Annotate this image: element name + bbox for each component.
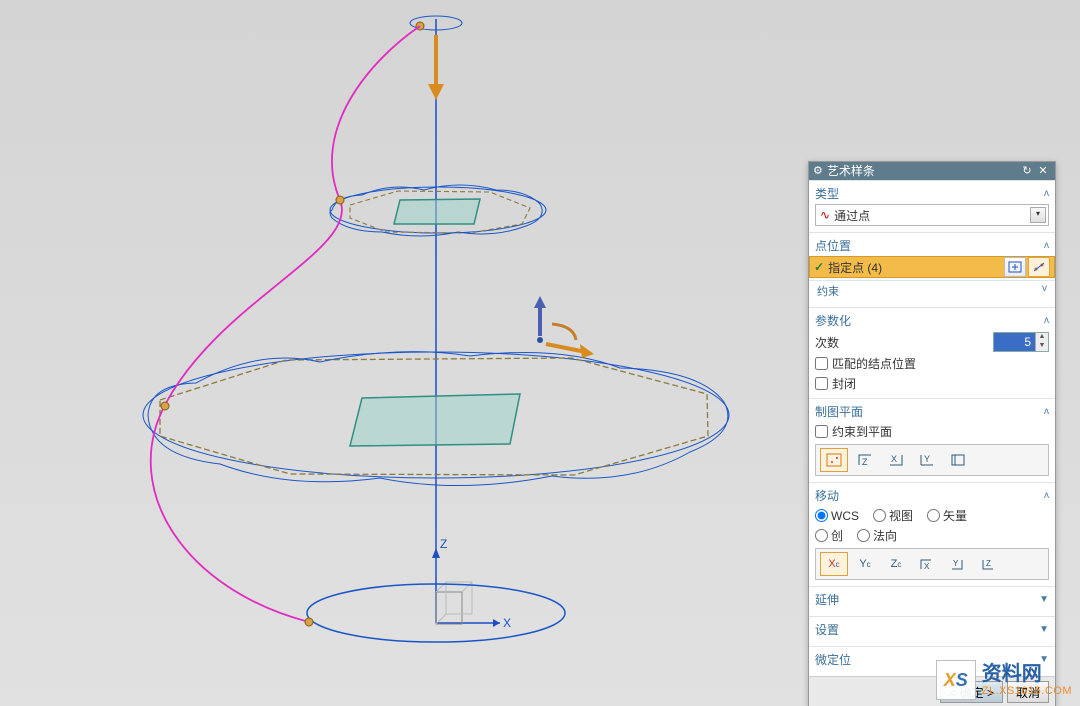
chevron-up-icon: ʌ — [1044, 406, 1049, 417]
chevron-down-icon — [1039, 594, 1049, 605]
group-parameterization: 参数化 ʌ 次数 5 ▲▼ 匹配的结点位置 — [809, 307, 1055, 398]
panel-title: 艺术样条 — [827, 162, 875, 180]
subheader-constraint[interactable]: 约束 v — [809, 280, 1055, 301]
group-move: 移动 ʌ WCS 视图 矢量 创 法向 Xc Yc Zc X Y Z — [809, 482, 1055, 586]
degree-spinner[interactable]: ▲▼ — [1035, 333, 1048, 351]
group-header-settings[interactable]: 设置 — [815, 621, 1049, 638]
chevron-up-icon: ʌ — [1044, 240, 1049, 251]
axis-x-label: X — [503, 616, 511, 630]
group-point-position: 点位置 ʌ ✓ 指定点 (4) 约束 v — [809, 232, 1055, 307]
group-header-pointpos[interactable]: 点位置 ʌ — [815, 237, 1049, 254]
match-knot-checkbox[interactable]: 匹配的结点位置 — [815, 355, 916, 372]
degree-input[interactable]: 5 ▲▼ — [993, 332, 1049, 352]
degree-label: 次数 — [815, 334, 839, 351]
watermark-title: 资料网 — [982, 663, 1072, 685]
point-dialog-button[interactable] — [1004, 257, 1026, 277]
group-header-type[interactable]: 类型 ʌ — [815, 185, 1049, 202]
group-type: 类型 ʌ ∿ 通过点 ▾ — [809, 180, 1055, 232]
svg-text:Y: Y — [924, 454, 930, 464]
rollup-icon[interactable]: ↻ — [1019, 162, 1035, 180]
close-icon[interactable]: ✕ — [1035, 162, 1051, 180]
point-construct-button[interactable] — [1028, 257, 1050, 277]
move-yc-button[interactable]: Yc — [851, 552, 879, 576]
chevron-down-icon — [1039, 624, 1049, 635]
plane-toolstrip: Z X Y — [815, 444, 1049, 476]
closed-checkbox[interactable]: 封闭 — [815, 375, 856, 392]
chevron-up-icon: ʌ — [1044, 490, 1049, 501]
move-xcyc-button[interactable]: X — [913, 552, 941, 576]
move-normal-radio[interactable]: 法向 — [857, 527, 897, 544]
specify-points-row[interactable]: ✓ 指定点 (4) — [809, 256, 1055, 278]
panel-titlebar[interactable]: ⚙ 艺术样条 ↻ ✕ — [809, 162, 1055, 180]
feature-dialog: ⚙ 艺术样条 ↻ ✕ 类型 ʌ ∿ 通过点 ▾ 点位置 ʌ ✓ — [808, 161, 1056, 706]
move-zc-button[interactable]: Zc — [882, 552, 910, 576]
plane-csys-button[interactable] — [820, 448, 848, 472]
type-select[interactable]: ∿ 通过点 ▾ — [815, 204, 1049, 226]
move-plane-radio[interactable]: 创 — [815, 527, 843, 544]
move-xczc-button[interactable]: Z — [975, 552, 1003, 576]
svg-text:Y: Y — [953, 559, 959, 568]
group-header-drawplane[interactable]: 制图平面 ʌ — [815, 403, 1049, 420]
chevron-up-icon: ʌ — [1044, 315, 1049, 326]
move-view-radio[interactable]: 视图 — [873, 507, 913, 524]
group-header-extend[interactable]: 延伸 — [815, 591, 1049, 608]
group-header-move[interactable]: 移动 ʌ — [815, 487, 1049, 504]
constrain-to-plane-checkbox[interactable]: 约束到平面 — [815, 423, 892, 440]
move-wcs-radio[interactable]: WCS — [815, 509, 859, 523]
group-header-param[interactable]: 参数化 ʌ — [815, 312, 1049, 329]
group-drawing-plane: 制图平面 ʌ 约束到平面 Z X Y — [809, 398, 1055, 482]
plane-xc-button[interactable]: Z — [851, 448, 879, 472]
watermark-logo-icon: XS — [936, 660, 976, 700]
gear-icon: ⚙ — [813, 162, 823, 180]
group-extend: 延伸 — [809, 586, 1055, 616]
spline-icon: ∿ — [820, 208, 830, 222]
watermark: XS 资料网 ZL.XS1616.COM — [936, 660, 1072, 700]
svg-text:Z: Z — [986, 559, 991, 568]
plane-view-button[interactable] — [944, 448, 972, 472]
svg-text:X: X — [924, 562, 930, 571]
chevron-down-icon: v — [1042, 283, 1047, 299]
svg-text:Z: Z — [862, 457, 868, 467]
svg-text:X: X — [891, 454, 897, 464]
move-xc-button[interactable]: Xc — [820, 552, 848, 576]
chevron-up-icon: ʌ — [1044, 188, 1049, 199]
group-settings: 设置 — [809, 616, 1055, 646]
move-toolstrip: Xc Yc Zc X Y Z — [815, 548, 1049, 580]
chevron-down-icon[interactable]: ▾ — [1030, 207, 1046, 223]
watermark-url: ZL.XS1616.COM — [982, 685, 1072, 697]
plane-yc-button[interactable]: X — [882, 448, 910, 472]
check-icon: ✓ — [814, 260, 824, 274]
move-vector-radio[interactable]: 矢量 — [927, 507, 967, 524]
axis-z-label: Z — [440, 537, 447, 551]
move-yczc-button[interactable]: Y — [944, 552, 972, 576]
plane-zc-button[interactable]: Y — [913, 448, 941, 472]
